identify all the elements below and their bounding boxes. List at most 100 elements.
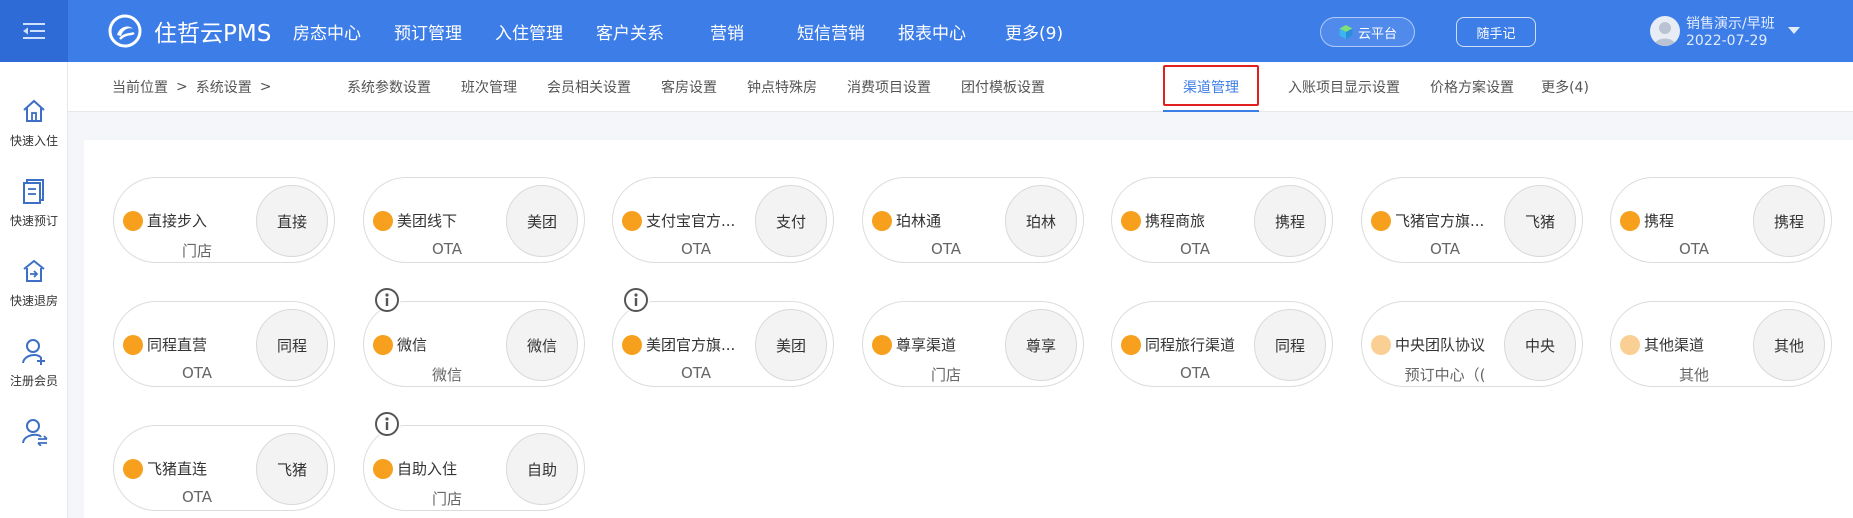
channel-type: 门店 [930,366,961,384]
breadcrumb-separator: > [259,79,272,95]
tab-more[interactable]: 更多(4) [1537,62,1593,112]
user-name[interactable]: 销售演示/早班 [1686,13,1775,33]
channel-card[interactable]: 同程旅行渠道 OTA 同程 [1111,301,1333,387]
settings-tab-bar: 当前位置 > 系统设置 > 系统参数设置 班次管理 会员相关设置 客房设置 钟点… [68,62,1853,112]
tab-group-template[interactable]: 团付模板设置 [954,62,1052,112]
channel-name: 支付宝官方... [646,212,736,230]
status-dot [123,211,143,231]
channel-short-badge: 同程 [256,309,328,381]
sidebar-item-member-swap[interactable] [0,406,68,486]
channel-card[interactable]: 飞猪直连 OTA 飞猪 [113,425,335,511]
sidebar-item-quick-checkin[interactable]: 快速入住 [0,86,68,166]
status-dot [373,459,393,479]
tab-shift-management[interactable]: 班次管理 [454,62,524,112]
tab-member-settings[interactable]: 会员相关设置 [540,62,638,112]
channel-card[interactable]: 飞猪官方旗... OTA 飞猪 [1361,177,1583,263]
channel-short-badge: 美团 [506,185,578,257]
channel-card[interactable]: 自助入住 门店 自助 [363,411,585,511]
channel-type: OTA [431,240,463,258]
nav-more[interactable]: 更多(9) [1005,0,1063,62]
status-dot [373,335,393,355]
tab-posting-items-display[interactable]: 入账项目显示设置 [1281,62,1407,112]
info-icon[interactable] [623,287,649,313]
tab-price-plans[interactable]: 价格方案设置 [1423,62,1521,112]
tab-consumption-items[interactable]: 消费项目设置 [840,62,938,112]
cube-icon [1339,25,1353,39]
nav-checkin[interactable]: 入住管理 [495,0,563,62]
channel-card[interactable]: 美团线下 OTA 美团 [363,177,585,263]
channel-type: 门店 [181,242,212,260]
nav-sms[interactable]: 短信营销 [797,0,865,62]
info-icon[interactable] [374,287,400,313]
channel-short-badge: 携程 [1753,185,1825,257]
channel-short-badge: 飞猪 [1504,185,1576,257]
channel-card[interactable]: 直接步入 门店 直接 [113,177,335,263]
active-tab-underline [1163,110,1259,112]
tab-system-params[interactable]: 系统参数设置 [340,62,438,112]
channel-type: 门店 [431,490,462,508]
member-swap-icon [22,419,48,446]
top-bar: 住哲云PMS 房态中心 预订管理 入住管理 客户关系 营销 短信营销 报表中心 … [0,0,1853,62]
nav-booking[interactable]: 预订管理 [394,0,462,62]
status-dot [1371,335,1391,355]
logo-icon [108,14,142,48]
channel-type: 微信 [431,366,462,384]
status-dot [1620,335,1640,355]
channel-type: 其他 [1678,366,1709,384]
channel-short-badge: 携程 [1254,185,1326,257]
status-dot [1371,211,1391,231]
channel-type: 预订中心（( [1404,366,1486,384]
channel-card[interactable]: 珀林通 OTA 珀林 [862,177,1084,263]
channel-card[interactable]: 中央团队协议 预订中心（( 中央 [1361,301,1583,387]
tab-room-settings[interactable]: 客房设置 [654,62,724,112]
channel-type: OTA [1429,240,1461,258]
channel-name: 直接步入 [147,212,208,230]
sidebar: 快速入住 快速预订 快速退房 注册会员 [0,62,68,518]
channel-name: 飞猪直连 [147,460,208,478]
channel-card[interactable]: 尊享渠道 门店 尊享 [862,301,1084,387]
cloud-platform-button[interactable]: 云平台 [1320,17,1415,47]
logo: 住哲云PMS [108,14,271,48]
channel-card[interactable]: 携程 OTA 携程 [1610,177,1832,263]
nav-customer[interactable]: 客户关系 [596,0,664,62]
quick-note-button[interactable]: 随手记 [1456,17,1536,47]
nav-house-status[interactable]: 房态中心 [293,0,361,62]
tab-hourly-rooms[interactable]: 钟点特殊房 [740,62,824,112]
status-dot [373,211,393,231]
chevron-down-icon[interactable] [1788,27,1800,34]
channel-short-badge: 自助 [506,433,578,505]
channel-name: 自助入住 [397,460,458,478]
channel-card[interactable]: 携程商旅 OTA 携程 [1111,177,1333,263]
menu-toggle-button[interactable] [0,0,68,62]
status-dot [1620,211,1640,231]
status-dot [622,211,642,231]
channel-name: 美团线下 [397,212,458,230]
checkout-icon [23,259,45,282]
channel-short-badge: 直接 [256,185,328,257]
channel-name: 微信 [397,336,428,354]
channel-card[interactable]: 其他渠道 其他 其他 [1610,301,1832,387]
nav-marketing[interactable]: 营销 [710,0,744,62]
channel-name: 美团官方旗... [646,336,736,354]
nav-reports[interactable]: 报表中心 [898,0,966,62]
channel-type: OTA [1179,364,1211,382]
status-dot [123,459,143,479]
sidebar-item-quick-checkout[interactable]: 快速退房 [0,246,68,326]
sidebar-item-label: 快速入住 [9,134,58,148]
user-date: 2022-07-29 [1686,33,1768,49]
channel-card[interactable]: 美团官方旗... OTA 美团 [612,287,834,387]
status-dot [872,211,892,231]
breadcrumb-section[interactable]: 系统设置 [196,77,252,97]
sidebar-item-register-member[interactable]: 注册会员 [0,326,68,406]
channel-card[interactable]: 支付宝官方... OTA 支付 [612,177,834,263]
status-dot [1121,211,1141,231]
info-icon[interactable] [374,411,400,437]
channel-card[interactable]: 同程直营 OTA 同程 [113,301,335,387]
sidebar-item-quick-booking[interactable]: 快速预订 [0,166,68,246]
channel-type: OTA [930,240,962,258]
channel-name: 珀林通 [896,212,942,230]
channel-short-badge: 美团 [755,309,827,381]
avatar[interactable] [1650,16,1680,46]
channel-card[interactable]: 微信 微信 微信 [363,287,585,387]
channel-short-badge: 同程 [1254,309,1326,381]
